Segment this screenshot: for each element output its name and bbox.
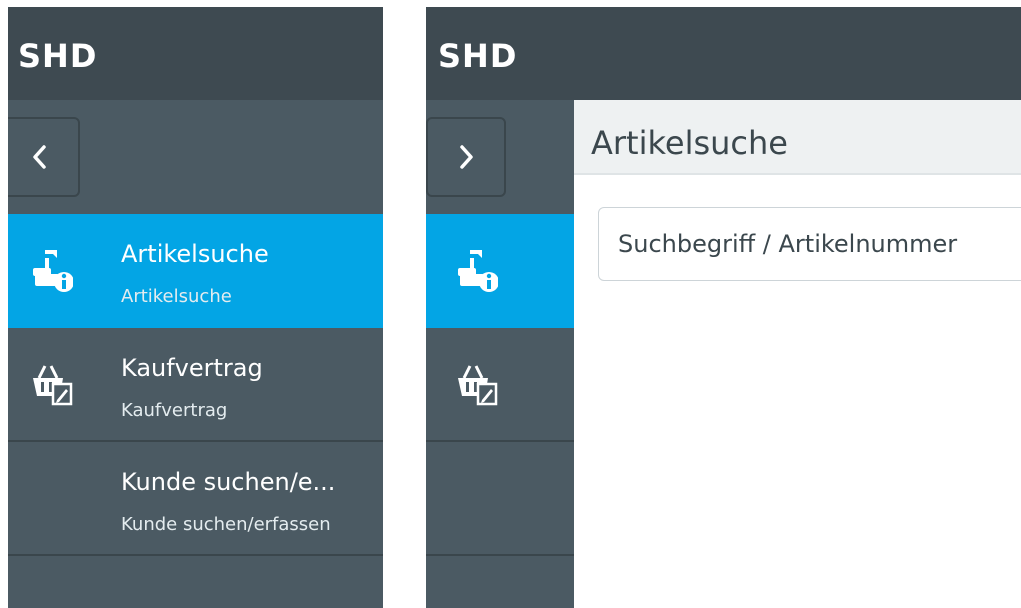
menu-item-kaufvertrag[interactable]: Kaufvertrag Kaufvertrag <box>8 328 383 442</box>
chevron-right-icon <box>460 145 473 169</box>
brand-logo: SHD <box>18 37 98 75</box>
brand-logo: SHD <box>438 37 518 75</box>
collapse-menu-button[interactable] <box>8 117 80 197</box>
menu-item-kunde-suchen[interactable]: Kunde suchen/e... Kunde suchen/erfassen <box>8 442 383 556</box>
menu-item-kaufvertrag[interactable] <box>426 328 574 442</box>
menu-item-subtitle: Kaufvertrag <box>121 400 228 421</box>
menu-item-title: Kaufvertrag <box>121 354 263 382</box>
page-header: Artikelsuche <box>574 100 1021 175</box>
chevron-left-icon <box>33 145 46 169</box>
expand-menu-button[interactable] <box>426 117 506 197</box>
menu-item-title: Artikelsuche <box>121 240 269 268</box>
menu-item-kunde-suchen[interactable] <box>426 442 574 556</box>
app-header: SHD <box>8 7 383 100</box>
menu-item-subtitle: Kunde suchen/erfassen <box>121 514 331 535</box>
menu-item-title: Kunde suchen/e... <box>121 468 336 496</box>
basket-contract-icon <box>458 365 498 406</box>
menu-item-artikelsuche[interactable]: Artikelsuche Artikelsuche <box>8 214 383 328</box>
product-info-icon <box>33 250 73 292</box>
basket-contract-icon <box>33 365 73 406</box>
product-info-icon <box>458 250 498 292</box>
menu-item-subtitle: Artikelsuche <box>121 286 232 307</box>
collapsed-menu-view: SHD Artikelsuche <box>426 7 1021 608</box>
page-title: Artikelsuche <box>591 124 788 162</box>
main-content: Artikelsuche <box>574 100 1021 608</box>
search-input[interactable] <box>598 207 1021 281</box>
expanded-menu-view: SHD Artikelsuche Artikelsuche Kaufvertra… <box>8 7 383 608</box>
menu-item-artikelsuche[interactable] <box>426 214 574 328</box>
app-header: SHD <box>426 7 1021 100</box>
